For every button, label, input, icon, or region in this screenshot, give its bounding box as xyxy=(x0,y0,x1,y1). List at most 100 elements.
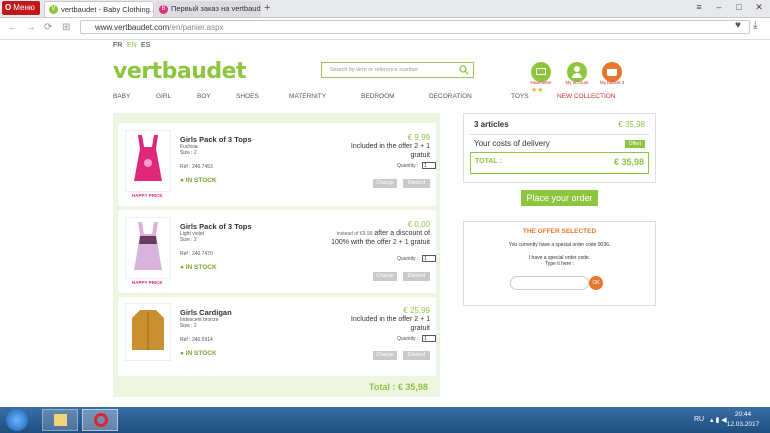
total-label: TOTAL : xyxy=(475,158,502,165)
maximize-icon[interactable]: □ xyxy=(730,0,748,14)
offer-note: Included in the offer 2 + 1 gratuit xyxy=(350,316,430,332)
site-logo[interactable]: vertbaudet xyxy=(113,59,247,84)
place-order-button[interactable]: Place your order xyxy=(521,190,598,206)
pink-top-icon xyxy=(134,135,162,181)
product-ref: Réf : 240.7470 xyxy=(180,251,213,257)
nav-girl[interactable]: GIRL xyxy=(156,93,171,100)
product-title[interactable]: Girls Cardigan xyxy=(180,308,232,317)
basket-icon[interactable] xyxy=(602,62,622,82)
taskbar-date[interactable]: 12.03.2017 xyxy=(722,421,764,428)
lang-en[interactable]: EN xyxy=(127,42,137,49)
delete-button[interactable]: Deleted xyxy=(403,351,430,360)
articles-label: 3 articles xyxy=(474,120,509,129)
product-title[interactable]: Girls Pack of 3 Tops xyxy=(180,135,252,144)
nav-decoration[interactable]: DECORATION xyxy=(429,93,472,100)
minimize-icon[interactable]: – xyxy=(710,0,728,14)
total-value: € 35,98 xyxy=(613,157,644,167)
tab-vertbaudet[interactable]: V vertbaudet - Baby Clothing... ✕ xyxy=(44,1,154,17)
taskbar-language[interactable]: RU xyxy=(694,416,704,423)
delivery-label: Your costs of delivery xyxy=(474,139,550,148)
offer-note: Included in the offer 2 + 1 gratuit xyxy=(350,143,430,159)
taskbar-time[interactable]: 20:44 xyxy=(728,411,758,418)
product-price: € 9,99 xyxy=(407,133,430,142)
download-icon[interactable]: ⤓ xyxy=(753,20,757,31)
nav-shoes[interactable]: SHOES xyxy=(236,93,259,100)
change-button[interactable]: Change xyxy=(373,351,397,360)
search-input[interactable]: Search by item or reference number xyxy=(321,62,474,78)
search-icon[interactable] xyxy=(459,65,469,75)
quantity-label: Quantity : xyxy=(397,336,419,342)
product-size: Size : 2 xyxy=(180,150,197,156)
newsletter-link[interactable]: Newsletter xyxy=(526,80,556,85)
speed-dial-icon[interactable]: ⊞ xyxy=(62,22,70,33)
lang-fr[interactable]: FR xyxy=(113,42,122,49)
offer-type-here: Type it here : xyxy=(545,261,574,267)
offer-note: instead of €9.99 after a discount of 100… xyxy=(331,230,430,246)
tab-first-order[interactable]: B Первый заказ на vertbaud... ✕ xyxy=(155,1,261,17)
cart-total: Total : € 35,98 xyxy=(369,382,428,392)
url-host: www.vertbaudet.com xyxy=(95,23,170,32)
my-account-link[interactable]: My account xyxy=(562,80,592,85)
offer-current-code: You currently have a special order code … xyxy=(508,242,611,248)
promo-code-input[interactable] xyxy=(510,276,589,290)
delivery-free-badge: Offert xyxy=(624,140,645,148)
nav-new-collection[interactable]: NEW COLLECTION xyxy=(557,93,616,100)
nav-baby[interactable]: BABY xyxy=(113,93,130,100)
articles-value: € 35,98 xyxy=(618,120,645,129)
nav-bedroom[interactable]: BEDROOM xyxy=(361,93,395,100)
product-price: € 0,00 xyxy=(407,220,430,229)
url-field[interactable]: www.vertbaudet.com/en/panier.aspx xyxy=(80,20,750,34)
cart-item: HAPPY PRICE Girls Pack of 3 Tops Light v… xyxy=(118,210,436,293)
reload-icon[interactable]: ⟳ xyxy=(44,22,52,33)
product-size: Size : 2 xyxy=(180,237,197,243)
browser-menu-label: Меню xyxy=(13,3,35,12)
product-size: Size : 2 xyxy=(180,323,197,329)
opera-icon: O xyxy=(5,3,12,12)
cart-item: HAPPY PRICE Girls Pack of 3 Tops Fuchsia… xyxy=(118,123,436,206)
violet-top-icon xyxy=(134,222,162,270)
taskbar-opera[interactable] xyxy=(82,409,118,431)
product-image[interactable] xyxy=(125,303,171,361)
back-arrow-icon[interactable]: ← xyxy=(8,22,18,33)
change-button[interactable]: Change xyxy=(373,272,397,281)
forward-arrow-icon[interactable]: → xyxy=(26,22,36,33)
cardigan-icon xyxy=(132,310,164,350)
tab-list-icon[interactable]: ≡ xyxy=(690,0,708,14)
stock-status: ● IN STOCK xyxy=(180,350,217,357)
product-image[interactable] xyxy=(125,130,171,192)
quantity-select[interactable]: 1 xyxy=(422,162,436,169)
user-icon[interactable] xyxy=(567,62,587,82)
change-button[interactable]: Change xyxy=(373,179,397,188)
heart-icon[interactable]: ♥ xyxy=(735,20,741,31)
toys-stars-icon: ★★ xyxy=(531,87,544,94)
quantity-select[interactable]: 1 xyxy=(422,335,436,342)
lang-es[interactable]: ES xyxy=(141,42,150,49)
quantity-select[interactable]: 1 xyxy=(422,255,436,262)
new-tab-plus-icon[interactable]: + xyxy=(264,3,270,14)
product-image[interactable] xyxy=(125,217,171,279)
start-button-icon[interactable] xyxy=(6,409,28,431)
nav-maternity[interactable]: MATERNITY xyxy=(289,93,326,100)
offer-selected-box: THE OFFER SELECTED You currently have a … xyxy=(463,221,656,306)
cart-item: Girls Cardigan Iridescent bronze Size : … xyxy=(118,297,436,376)
tab-label: Первый заказ на vertbaud... xyxy=(171,4,261,13)
quantity-label: Quantity : xyxy=(397,256,419,262)
divider xyxy=(470,134,649,135)
product-ref: Réf : 240.7453 xyxy=(180,164,213,170)
happy-price-badge: HAPPY PRICE xyxy=(132,193,163,198)
delete-button[interactable]: Deleted xyxy=(403,179,430,188)
total-box: TOTAL : € 35,98 xyxy=(470,152,649,174)
taskbar-file-explorer[interactable] xyxy=(42,409,78,431)
promo-ok-button[interactable]: OK xyxy=(589,276,603,290)
nav-boy[interactable]: BOY xyxy=(197,93,211,100)
nav-toys[interactable]: TOYS xyxy=(511,93,529,100)
product-title[interactable]: Girls Pack of 3 Tops xyxy=(180,222,252,231)
stock-status: ● IN STOCK xyxy=(180,177,217,184)
close-window-icon[interactable]: ✕ xyxy=(750,0,768,14)
my-basket-link[interactable]: My basket 3 xyxy=(597,80,627,85)
happy-price-badge: HAPPY PRICE xyxy=(132,280,163,285)
browser-menu-button[interactable]: O Меню xyxy=(2,1,40,15)
instead-of-price: instead of €9.99 xyxy=(336,231,373,237)
delete-button[interactable]: Deleted xyxy=(403,272,430,281)
newsletter-icon[interactable] xyxy=(531,62,551,82)
